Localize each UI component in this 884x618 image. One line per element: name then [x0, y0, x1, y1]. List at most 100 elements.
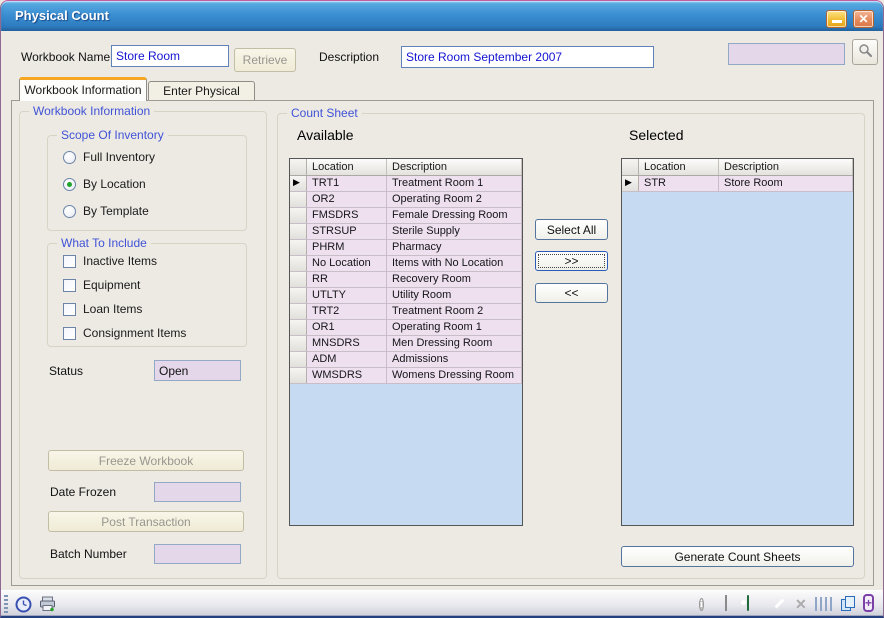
column-header-description[interactable]: Description [719, 159, 853, 175]
delete-icon[interactable]: ✕ [795, 596, 812, 613]
row-selector[interactable] [290, 352, 307, 367]
row-selector[interactable] [290, 192, 307, 207]
move-right-button[interactable]: >> [535, 251, 608, 271]
row-selector[interactable] [290, 320, 307, 335]
cell-location[interactable]: STRSUP [307, 224, 387, 239]
row-selector[interactable] [290, 368, 307, 383]
row-selector[interactable] [290, 304, 307, 319]
cell-description[interactable]: Items with No Location [387, 256, 522, 271]
selected-grid[interactable]: Location Description ▶ STR Store Room [621, 158, 854, 526]
column-header-location[interactable]: Location [639, 159, 719, 175]
table-row[interactable]: ▶ STR Store Room [622, 176, 853, 192]
table-row[interactable]: OR1 Operating Room 1 [290, 320, 522, 336]
freeze-workbook-button[interactable]: Freeze Workbook [48, 450, 244, 471]
available-grid-header: Location Description [290, 159, 522, 176]
search-button[interactable] [852, 39, 878, 65]
cell-description[interactable]: Womens Dressing Room [387, 368, 522, 383]
column-header-description[interactable]: Description [387, 159, 522, 175]
row-header-corner [290, 159, 307, 175]
table-row[interactable]: STRSUP Sterile Supply [290, 224, 522, 240]
copy-icon[interactable] [841, 596, 858, 613]
checkbox-consignment-items[interactable]: Consignment Items [63, 326, 186, 340]
checkbox-equipment[interactable]: Equipment [63, 278, 140, 292]
table-row[interactable]: RR Recovery Room [290, 272, 522, 288]
column-header-location[interactable]: Location [307, 159, 387, 175]
table-row[interactable]: ▶ TRT1 Treatment Room 1 [290, 176, 522, 192]
cell-description[interactable]: Treatment Room 1 [387, 176, 522, 191]
row-selector[interactable] [290, 224, 307, 239]
row-selector[interactable] [290, 336, 307, 351]
checkbox-icon [63, 327, 76, 340]
table-row[interactable]: OR2 Operating Room 2 [290, 192, 522, 208]
cell-location[interactable]: OR2 [307, 192, 387, 207]
cell-location[interactable]: WMSDRS [307, 368, 387, 383]
cell-description[interactable]: Recovery Room [387, 272, 522, 287]
table-row[interactable]: TRT2 Treatment Room 2 [290, 304, 522, 320]
cell-description[interactable]: Store Room [719, 176, 853, 191]
radio-full-inventory[interactable]: Full Inventory [63, 150, 155, 164]
cell-description[interactable]: Sterile Supply [387, 224, 522, 239]
table-row[interactable]: WMSDRS Womens Dressing Room [290, 368, 522, 384]
radio-by-location[interactable]: By Location [63, 177, 146, 191]
cell-location[interactable]: FMSDRS [307, 208, 387, 223]
status-value-field [154, 360, 241, 381]
close-button[interactable]: ✕ [853, 10, 874, 28]
tab-workbook-information[interactable]: Workbook Information [19, 77, 147, 101]
print-icon[interactable] [39, 596, 56, 613]
table-row[interactable]: ADM Admissions [290, 352, 522, 368]
select-all-button[interactable]: Select All [535, 219, 608, 240]
save-icon[interactable] [747, 596, 764, 613]
cell-location[interactable]: UTLTY [307, 288, 387, 303]
cell-location[interactable]: TRT1 [307, 176, 387, 191]
cell-location[interactable]: ADM [307, 352, 387, 367]
move-left-button[interactable]: << [535, 283, 608, 303]
generate-count-sheets-button[interactable]: Generate Count Sheets [621, 546, 854, 567]
table-row[interactable]: MNSDRS Men Dressing Room [290, 336, 522, 352]
cell-location[interactable]: No Location [307, 256, 387, 271]
cell-description[interactable]: Men Dressing Room [387, 336, 522, 351]
document-icon[interactable] [723, 596, 740, 613]
info-icon[interactable]: i [699, 596, 716, 613]
block-icon[interactable] [772, 596, 789, 613]
table-row[interactable]: UTLTY Utility Room [290, 288, 522, 304]
cell-location[interactable]: TRT2 [307, 304, 387, 319]
cell-description[interactable]: Pharmacy [387, 240, 522, 255]
description-input[interactable] [401, 46, 654, 68]
cell-location[interactable]: OR1 [307, 320, 387, 335]
row-selector[interactable]: ▶ [290, 176, 307, 191]
row-selector[interactable] [290, 208, 307, 223]
toolbar-grip[interactable] [4, 595, 8, 613]
table-row[interactable]: No Location Items with No Location [290, 256, 522, 272]
search-input[interactable] [728, 43, 845, 65]
row-selector[interactable] [290, 288, 307, 303]
radio-by-template[interactable]: By Template [63, 204, 149, 218]
cell-location[interactable]: MNSDRS [307, 336, 387, 351]
table-row[interactable]: PHRM Pharmacy [290, 240, 522, 256]
cell-description[interactable]: Utility Room [387, 288, 522, 303]
add-icon[interactable]: + [863, 596, 880, 613]
retrieve-button[interactable]: Retrieve [234, 48, 296, 72]
title-bar[interactable]: Physical Count ✕ [1, 1, 883, 31]
row-selector[interactable] [290, 240, 307, 255]
row-selector[interactable]: ▶ [622, 176, 639, 191]
row-selector[interactable] [290, 256, 307, 271]
post-transaction-button[interactable]: Post Transaction [48, 511, 244, 532]
cell-description[interactable]: Admissions [387, 352, 522, 367]
workbook-name-input[interactable] [111, 45, 229, 67]
cell-description[interactable]: Treatment Room 2 [387, 304, 522, 319]
clock-icon[interactable] [15, 596, 32, 613]
checkbox-inactive-items[interactable]: Inactive Items [63, 254, 157, 268]
minimize-button[interactable] [826, 10, 847, 28]
cell-description[interactable]: Operating Room 2 [387, 192, 522, 207]
cell-description[interactable]: Female Dressing Room [387, 208, 522, 223]
cell-location[interactable]: STR [639, 176, 719, 191]
tab-enter-physical-counts[interactable]: Enter Physical Counts [148, 81, 255, 101]
workbook-information-group-label: Workbook Information [29, 104, 154, 118]
cell-location[interactable]: PHRM [307, 240, 387, 255]
row-selector[interactable] [290, 272, 307, 287]
table-row[interactable]: FMSDRS Female Dressing Room [290, 208, 522, 224]
cell-description[interactable]: Operating Room 1 [387, 320, 522, 335]
checkbox-loan-items[interactable]: Loan Items [63, 302, 142, 316]
available-grid[interactable]: Location Description ▶ TRT1 Treatment Ro… [289, 158, 523, 526]
cell-location[interactable]: RR [307, 272, 387, 287]
